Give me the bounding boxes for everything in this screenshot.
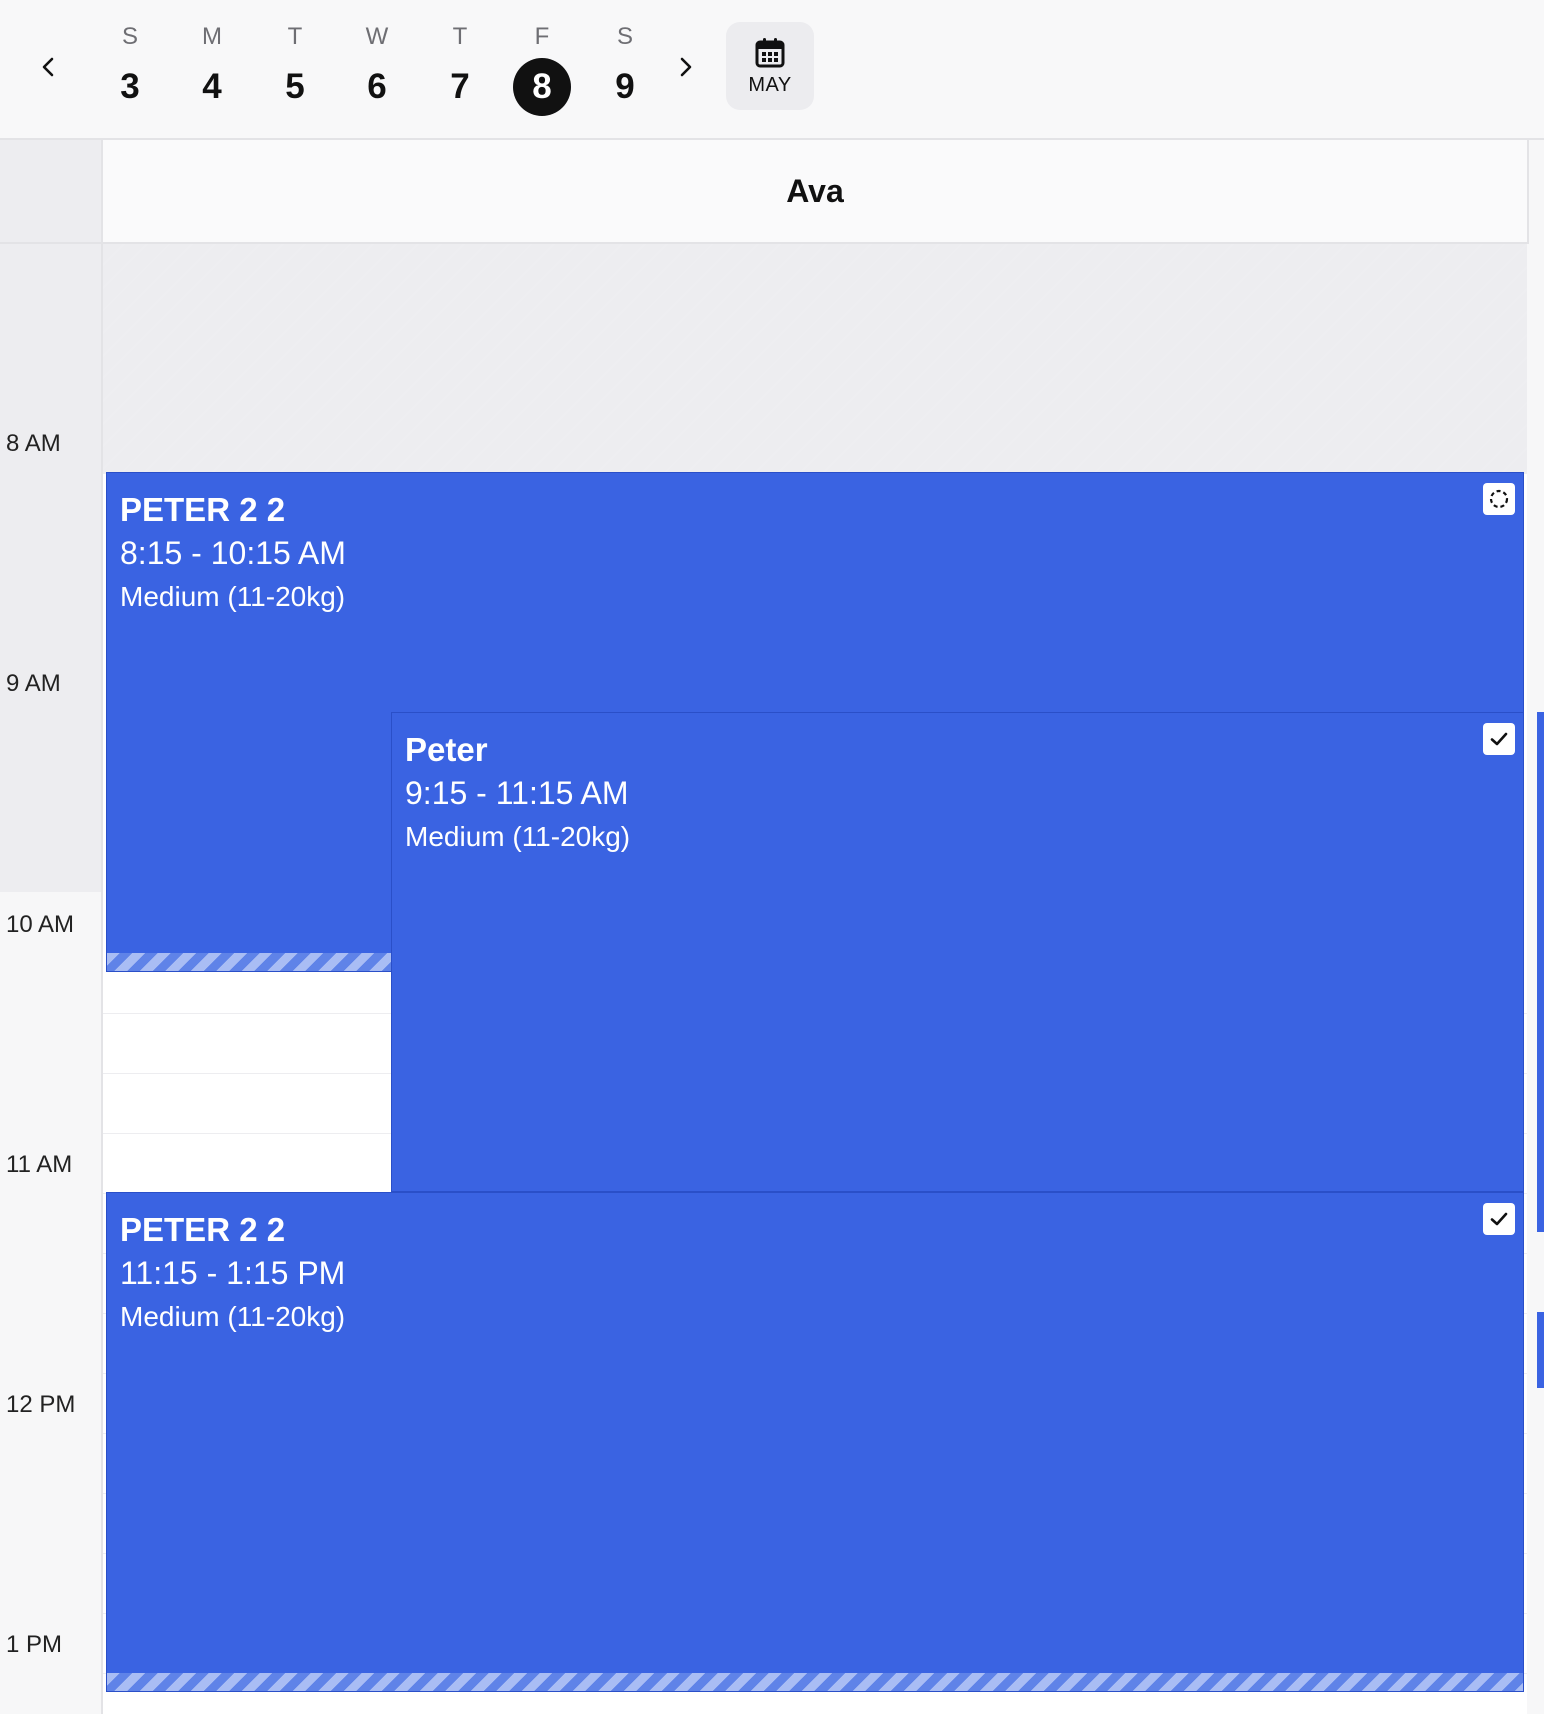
day-of-week-label: M: [202, 23, 222, 50]
chevron-right-icon: [680, 57, 692, 77]
pending-dashed-circle-icon: [1489, 489, 1509, 509]
time-label-11am: 11 AM: [6, 1151, 73, 1178]
appointment-title: PETER 2 2: [120, 491, 286, 528]
time-label-10am: 10 AM: [6, 911, 75, 938]
day-tuesday[interactable]: T 5: [255, 22, 335, 116]
appointment-size: Medium (11-20kg): [120, 581, 346, 612]
time-gutter: 8 AM 9 AM 10 AM 11 AM 12 PM 1 PM: [0, 244, 103, 1714]
selected-day-number: 8: [513, 58, 571, 116]
month-label: MAY: [748, 73, 792, 96]
calendar-icon: [755, 37, 785, 67]
time-label-8am: 8 AM: [6, 430, 61, 457]
appointment-time: 11:15 - 1:15 PM: [120, 1255, 346, 1291]
day-of-week-label: F: [534, 23, 550, 50]
day-of-week-label: W: [365, 23, 389, 50]
previous-week-button[interactable]: [22, 40, 76, 94]
day-of-week-label: T: [452, 23, 468, 50]
day-thursday[interactable]: T 7: [420, 22, 500, 116]
day-number: 7: [450, 67, 470, 106]
time-label-9am: 9 AM: [6, 670, 61, 697]
day-number: 4: [202, 67, 222, 106]
day-sunday[interactable]: S 3: [90, 22, 170, 116]
appointment-title: PETER 2 2: [120, 1211, 286, 1248]
day-number: 6: [367, 67, 387, 106]
pending-status-button[interactable]: [1483, 483, 1515, 515]
appointment-card[interactable]: PETER 2 2 11:15 - 1:15 PM Medium (11-20k…: [106, 1192, 1524, 1692]
time-label-12pm: 12 PM: [6, 1391, 76, 1418]
day-of-week-label: T: [287, 23, 303, 50]
confirmed-status-button[interactable]: [1483, 1203, 1515, 1235]
chevron-left-icon: [42, 57, 54, 77]
staff-name: Ava: [786, 172, 844, 209]
day-of-week-label: S: [121, 23, 138, 50]
offscreen-appointment-edge[interactable]: [1537, 1312, 1544, 1388]
staff-column-header[interactable]: Ava: [103, 140, 1529, 244]
day-wednesday[interactable]: W 6: [337, 22, 417, 116]
time-gutter-header: [0, 140, 103, 244]
day-friday-selected[interactable]: F 8: [502, 22, 582, 116]
appointment-size: Medium (11-20kg): [405, 821, 631, 852]
day-monday[interactable]: M 4: [172, 22, 252, 116]
next-week-button[interactable]: [658, 40, 712, 94]
buffer-stripe: [107, 1673, 1523, 1691]
appointment-card[interactable]: Peter 9:15 - 11:15 AM Medium (11-20kg): [391, 712, 1524, 1192]
time-label-1pm: 1 PM: [6, 1631, 63, 1658]
closed-hours-block: [103, 244, 1527, 474]
day-of-week-label: S: [616, 23, 633, 50]
offscreen-appointment-edge[interactable]: [1537, 712, 1544, 1232]
checkmark-icon: [1490, 732, 1508, 746]
date-navigation-bar: S 3 M 4 T 5 W 6 T 7 F 8 S 9 MAY: [0, 0, 1544, 140]
day-saturday[interactable]: S 9: [585, 22, 665, 116]
day-number: 5: [285, 67, 305, 106]
checkmark-icon: [1490, 1212, 1508, 1226]
appointment-size: Medium (11-20kg): [120, 1301, 346, 1332]
day-number: 3: [120, 67, 140, 106]
appointment-time: 9:15 - 11:15 AM: [405, 775, 629, 811]
month-picker-button[interactable]: MAY: [726, 22, 814, 110]
appointment-time: 8:15 - 10:15 AM: [120, 535, 346, 571]
appointment-title: Peter: [405, 731, 488, 768]
confirmed-status-button[interactable]: [1483, 723, 1515, 755]
closed-hours-gutter: [0, 244, 101, 892]
day-number: 9: [615, 67, 635, 106]
